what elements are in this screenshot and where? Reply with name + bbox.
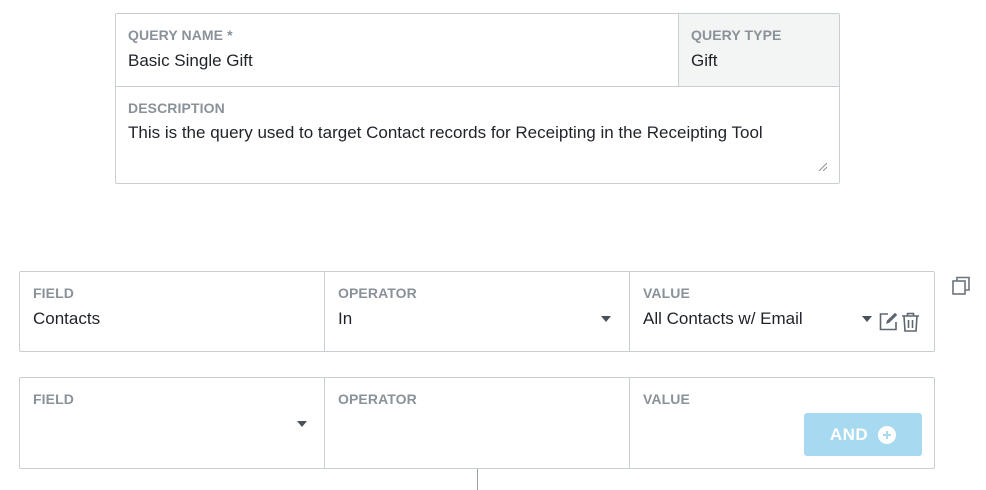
field-value[interactable]: Contacts xyxy=(33,309,100,329)
trash-icon[interactable] xyxy=(901,312,920,332)
query-type-value: Gift xyxy=(691,51,718,70)
query-details-card: QUERY NAME * Basic Single Gift QUERY TYP… xyxy=(115,13,840,184)
query-name-field[interactable]: QUERY NAME * Basic Single Gift xyxy=(116,14,679,87)
field-select[interactable]: FIELD xyxy=(20,378,325,468)
value-label: VALUE xyxy=(643,391,690,407)
plus-circle-icon xyxy=(878,425,897,444)
operator-value[interactable]: In xyxy=(338,309,352,329)
textarea-resize-handle[interactable] xyxy=(818,162,827,171)
chevron-down-icon[interactable] xyxy=(862,316,872,322)
operator-label: OPERATOR xyxy=(338,285,417,301)
query-type-field: QUERY TYPE Gift xyxy=(679,14,839,87)
description-field[interactable]: DESCRIPTION This is the query used to ta… xyxy=(116,87,839,183)
condition-row: FIELD OPERATOR VALUE AND xyxy=(19,377,935,469)
chevron-down-icon[interactable] xyxy=(297,421,307,427)
field-select[interactable]: FIELD Contacts xyxy=(20,272,325,351)
value-label: VALUE xyxy=(643,285,690,301)
edit-icon[interactable] xyxy=(879,312,898,331)
description-label: DESCRIPTION xyxy=(128,100,225,116)
value-value[interactable]: All Contacts w/ Email xyxy=(643,309,803,329)
condition-connector-line xyxy=(477,469,478,490)
query-name-value[interactable]: Basic Single Gift xyxy=(128,51,253,71)
operator-select[interactable]: OPERATOR xyxy=(325,378,630,468)
condition-row: FIELD Contacts OPERATOR In VALUE All Con… xyxy=(19,271,935,352)
query-type-label: QUERY TYPE xyxy=(691,27,782,43)
field-label: FIELD xyxy=(33,285,74,301)
and-button[interactable]: AND xyxy=(804,413,922,456)
operator-label: OPERATOR xyxy=(338,391,417,407)
operator-select[interactable]: OPERATOR In xyxy=(325,272,630,351)
value-select[interactable]: VALUE All Contacts w/ Email xyxy=(630,272,934,351)
field-label: FIELD xyxy=(33,391,74,407)
chevron-down-icon[interactable] xyxy=(601,316,611,322)
copy-icon[interactable] xyxy=(952,276,971,296)
and-button-label: AND xyxy=(829,424,869,444)
description-value[interactable]: This is the query used to target Contact… xyxy=(128,123,763,143)
query-name-label: QUERY NAME * xyxy=(128,27,233,43)
